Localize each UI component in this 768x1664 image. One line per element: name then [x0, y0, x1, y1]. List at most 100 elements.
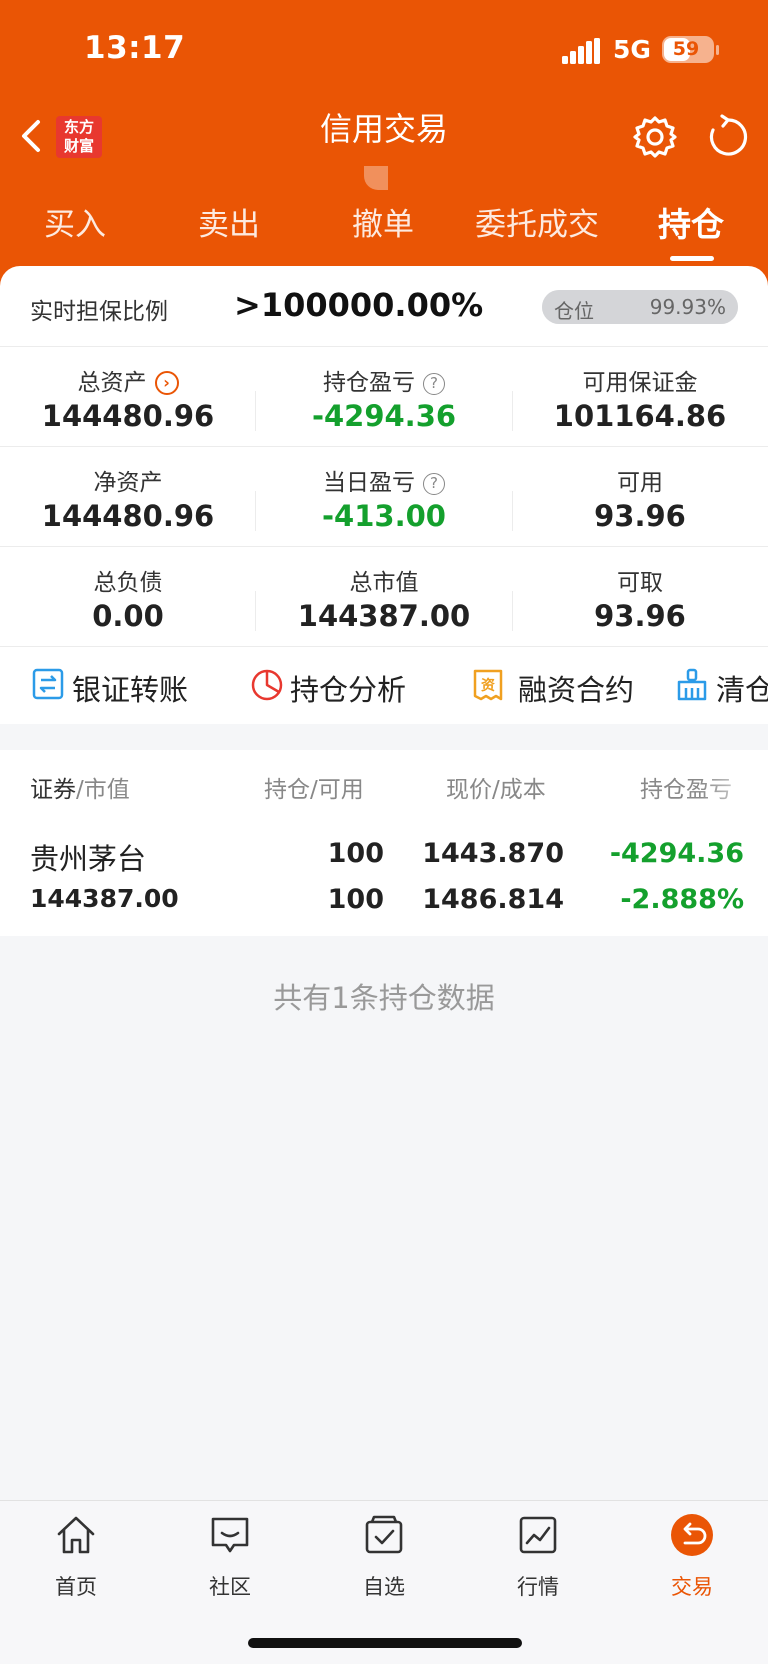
- column-header-position[interactable]: 持仓/可用: [264, 770, 364, 804]
- available-header: /可用: [310, 777, 364, 803]
- nav-watchlist[interactable]: 自选: [324, 1513, 444, 1613]
- line-chart-icon: [519, 1516, 557, 1554]
- question-icon[interactable]: ?: [423, 473, 445, 495]
- nav-market-label: 行情: [517, 1575, 559, 1599]
- battery-level: 59: [672, 38, 700, 60]
- available-margin-label: 可用保证金: [582, 370, 698, 396]
- net-assets-value: 144480.96: [41, 499, 215, 533]
- active-tab-indicator: [670, 256, 714, 261]
- holding-market-value: 144387.00: [30, 884, 179, 913]
- signal-icon: [562, 38, 600, 64]
- withdrawable-value: 93.96: [594, 599, 686, 633]
- total-market-value-label: 总市值: [349, 570, 419, 596]
- tab-orders[interactable]: 委托成交: [462, 200, 612, 250]
- bank-transfer-label: 银证转账: [72, 673, 189, 707]
- back-icon[interactable]: [18, 116, 46, 156]
- holding-available: 100: [327, 884, 384, 915]
- guarantee-ratio-row: 实时担保比例 >100000.00% 仓位 99.93%: [0, 266, 768, 346]
- daily-pnl-label: 当日盈亏: [323, 470, 415, 496]
- available-value: 93.96: [594, 499, 686, 533]
- network-label: 5G: [613, 35, 651, 64]
- metric-total-market-value: 总市值 144387.00: [256, 547, 512, 647]
- total-market-value-value: 144387.00: [297, 599, 471, 633]
- contract-icon: 资: [473, 669, 503, 701]
- page-title: 信用交易: [319, 110, 448, 148]
- metric-daily-pnl: 当日盈亏? -413.00: [256, 447, 512, 547]
- tab-cancel[interactable]: 撤单: [308, 200, 458, 250]
- metric-total-liabilities: 总负债 0.00: [0, 547, 256, 647]
- column-header-price[interactable]: 现价/成本: [446, 770, 546, 804]
- daily-pnl-value: -413.00: [322, 499, 446, 533]
- total-assets-value: 144480.96: [41, 399, 215, 433]
- question-icon[interactable]: ?: [423, 373, 445, 395]
- refresh-icon[interactable]: [706, 114, 750, 160]
- holdings-count: 共有1条持仓数据: [273, 981, 495, 1015]
- nav-market[interactable]: 行情: [478, 1513, 598, 1613]
- tab-sell[interactable]: 卖出: [154, 200, 304, 250]
- holding-pnl: -4294.36: [609, 838, 744, 869]
- svg-text:资: 资: [481, 677, 495, 694]
- nav-home[interactable]: 首页: [16, 1513, 136, 1613]
- total-liabilities-label: 总负债: [93, 570, 163, 596]
- broom-icon: [677, 668, 707, 701]
- transfer-icon: [32, 668, 64, 700]
- holding-cost: 1486.814: [422, 884, 564, 915]
- trade-icon: [671, 1514, 713, 1556]
- home-indicator[interactable]: [248, 1638, 522, 1648]
- chat-icon: [211, 1517, 249, 1553]
- nav-trade-label: 交易: [671, 1575, 713, 1599]
- market-value-header: /市值: [76, 777, 130, 803]
- margin-contract-label: 融资合约: [518, 673, 635, 707]
- account-card: 实时担保比例 >100000.00% 仓位 99.93% 总资产 › 144480…: [0, 266, 768, 724]
- position-pill-value: 99.93%: [649, 295, 726, 319]
- nav-trade[interactable]: 交易: [632, 1513, 752, 1613]
- brand-logo-line1: 东方: [63, 118, 94, 136]
- metric-row: 总负债 0.00 总市值 144387.00 可取 93.96: [0, 546, 768, 646]
- price-header: 现价: [446, 777, 492, 803]
- nav-watchlist-label: 自选: [363, 1575, 405, 1599]
- withdrawable-label: 可取: [617, 570, 663, 596]
- tab-positions[interactable]: 持仓: [616, 200, 766, 250]
- gear-icon[interactable]: [632, 114, 678, 160]
- brand-logo-line2: 财富: [63, 137, 94, 155]
- metric-withdrawable: 可取 93.96: [512, 547, 768, 647]
- metric-holding-pnl: 持仓盈亏? -4294.36: [256, 347, 512, 447]
- metric-row: 净资产 144480.96 当日盈亏? -413.00 可用 93.96: [0, 446, 768, 546]
- brand-logo: 东方 财富: [56, 116, 102, 158]
- pie-chart-icon: [251, 669, 283, 701]
- home-icon: [57, 1516, 95, 1554]
- position-pill: 仓位 99.93%: [542, 290, 738, 324]
- guarantee-ratio-label: 实时担保比例: [30, 299, 168, 325]
- watchlist-icon: [365, 1515, 403, 1554]
- holding-position: 100: [327, 838, 384, 869]
- security-header: 证券: [30, 777, 76, 803]
- nav-community-label: 社区: [209, 1575, 251, 1599]
- net-assets-label: 净资产: [93, 470, 163, 496]
- total-liabilities-value: 0.00: [92, 599, 164, 633]
- cost-header: /成本: [492, 777, 546, 803]
- battery-icon: 59: [662, 36, 714, 63]
- battery-cap: [716, 45, 719, 55]
- header-fade: [700, 760, 768, 810]
- holding-pnl-percent: -2.888%: [620, 884, 744, 915]
- metric-row: 总资产 › 144480.96 持仓盈亏? -4294.36 可用保证金 1011…: [0, 346, 768, 446]
- position-analysis-label: 持仓分析: [290, 673, 407, 707]
- position-header: 持仓: [264, 777, 310, 803]
- tab-buy[interactable]: 买入: [0, 200, 150, 250]
- position-pill-label: 仓位: [554, 299, 594, 323]
- clear-positions-label: 清仓: [716, 673, 768, 707]
- holding-pnl-label: 持仓盈亏: [323, 370, 415, 396]
- metric-available: 可用 93.96: [512, 447, 768, 547]
- available-margin-value: 101164.86: [553, 399, 727, 433]
- nav-community[interactable]: 社区: [170, 1513, 290, 1613]
- chevron-right-icon[interactable]: ›: [154, 371, 179, 395]
- guarantee-ratio-value: >100000.00%: [234, 286, 484, 324]
- quick-actions: 银证转账 持仓分析 资 融资合约 清仓: [0, 646, 768, 724]
- metric-available-margin: 可用保证金 101164.86: [512, 347, 768, 447]
- status-bar: 13:17 5G 59: [0, 0, 768, 100]
- nav-home-label: 首页: [55, 1575, 97, 1599]
- holdings-table: 证券/市值 持仓/可用 现价/成本 持仓盈亏 贵州茅台 144387.00 10…: [0, 750, 768, 936]
- metric-total-assets[interactable]: 总资产 › 144480.96: [0, 347, 256, 447]
- column-header-security[interactable]: 证券/市值: [30, 770, 130, 804]
- holding-name: 贵州茅台: [30, 842, 147, 876]
